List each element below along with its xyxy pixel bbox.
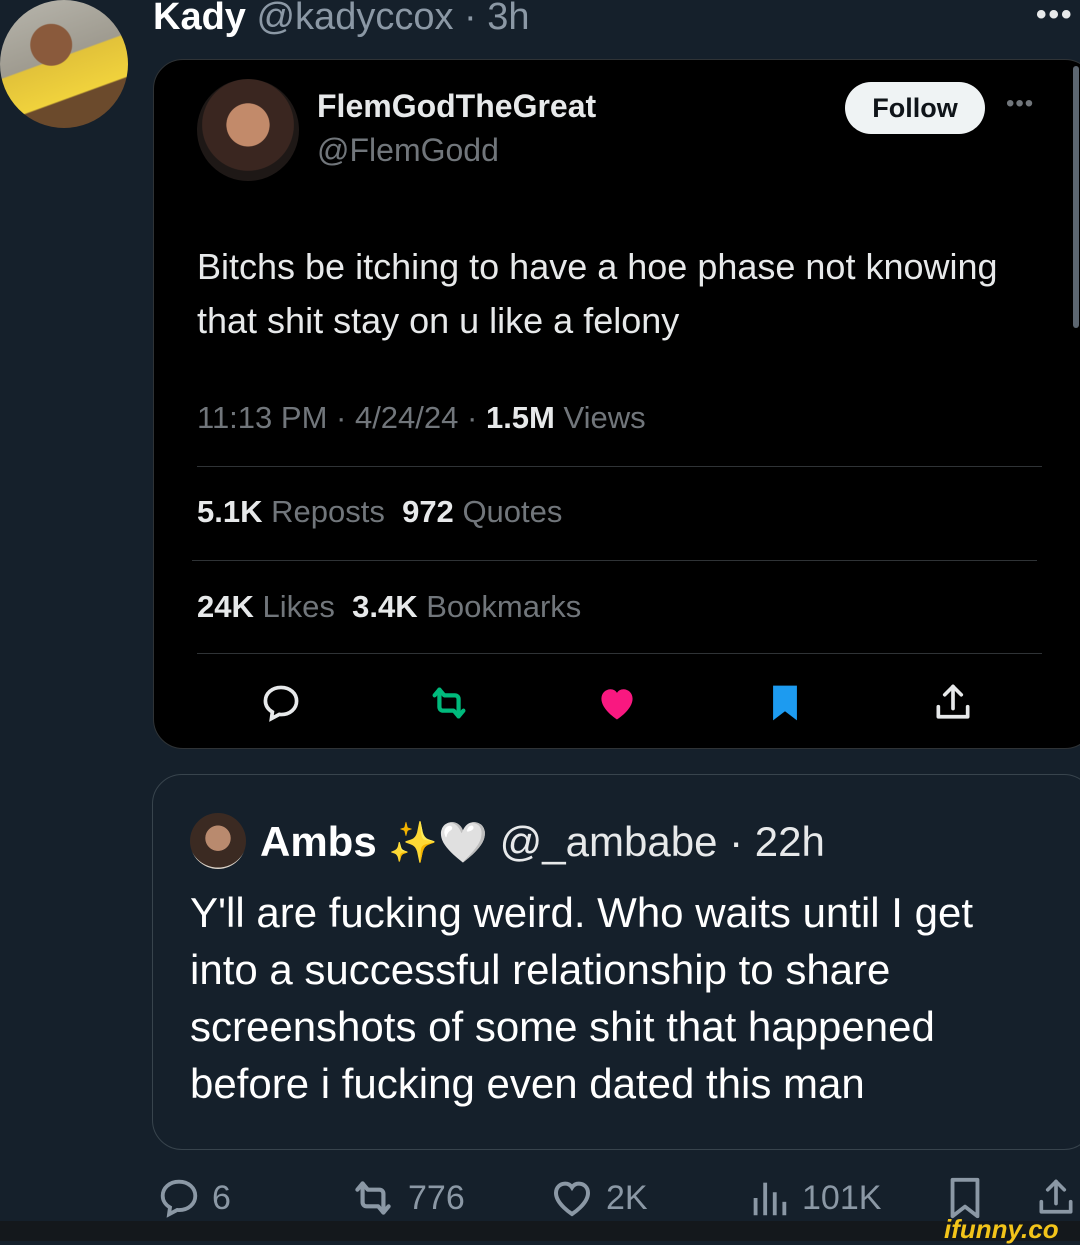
repost-stats: 5.1K Reposts 972 Quotes xyxy=(197,494,562,530)
comment-icon xyxy=(160,1179,198,1218)
heart-outline-icon xyxy=(553,1181,591,1217)
bookmark-icon xyxy=(762,680,808,726)
separator-dot: · xyxy=(717,818,755,865)
repost-outline-icon xyxy=(355,1181,391,1215)
like-count: 2K xyxy=(606,1178,648,1217)
quotes-count: 972 xyxy=(402,494,454,529)
quotes-label: Quotes xyxy=(462,494,563,529)
likes-count: 24K xyxy=(197,589,254,624)
bookmarks-count: 3.4K xyxy=(352,589,418,624)
heart-icon xyxy=(594,680,640,726)
quoted-more-icon: ••• xyxy=(1006,90,1035,117)
reply-time[interactable]: 22h xyxy=(755,818,825,865)
watermark-bar xyxy=(0,1221,1080,1241)
reposts-label: Reposts xyxy=(271,494,385,529)
views-count-bar: 101K xyxy=(802,1178,882,1217)
bookmarks-label: Bookmarks xyxy=(426,589,582,624)
repost-icon xyxy=(426,680,472,726)
views-label: Views xyxy=(563,400,646,435)
scrollbar[interactable] xyxy=(1073,66,1079,328)
divider xyxy=(197,466,1042,467)
reply-icon xyxy=(258,680,304,726)
repost-count: 776 xyxy=(408,1178,465,1217)
quoted-time: 11:13 PM xyxy=(197,400,328,435)
likes-label: Likes xyxy=(262,589,335,624)
views-count: 1.5M xyxy=(485,400,555,435)
follow-button[interactable]: Follow xyxy=(845,82,985,134)
author-avatar[interactable] xyxy=(0,0,128,128)
reply-count: 6 xyxy=(212,1178,231,1217)
reply-emojis: ✨🤍 xyxy=(388,821,488,865)
author-line: Kady @kadyccox · 3h xyxy=(153,0,530,40)
reply-author-handle[interactable]: @_ambabe xyxy=(500,818,718,865)
more-options-icon[interactable]: ••• xyxy=(1036,0,1074,32)
author-name[interactable]: Kady xyxy=(153,0,246,38)
quoted-date: 4/24/24 xyxy=(354,400,459,435)
separator-dot: · xyxy=(453,0,488,38)
quoted-author-handle: @FlemGodd xyxy=(317,132,499,168)
reply-header: Ambs ✨🤍 @_ambabe · 22h xyxy=(260,814,825,871)
repost-action[interactable]: 776 xyxy=(348,1174,465,1222)
author-handle[interactable]: @kadyccox xyxy=(256,0,453,38)
reply-author-name[interactable]: Ambs xyxy=(260,818,377,865)
quoted-avatar xyxy=(197,79,299,181)
reply-action[interactable]: 6 xyxy=(156,1174,231,1222)
reposts-count: 5.1K xyxy=(197,494,263,529)
reply-avatar[interactable] xyxy=(190,813,246,869)
quoted-author-name: FlemGodTheGreat xyxy=(317,88,597,124)
post-time[interactable]: 3h xyxy=(487,0,529,38)
like-stats: 24K Likes 3.4K Bookmarks xyxy=(197,589,581,625)
reply-text: Y'll are fucking weird. Who waits until … xyxy=(190,889,974,1107)
like-action[interactable]: 2K xyxy=(548,1174,648,1222)
watermark-logo: ifunny.co xyxy=(944,1214,1059,1244)
views-icon xyxy=(753,1182,787,1216)
divider xyxy=(192,560,1037,561)
share-icon xyxy=(930,680,976,726)
divider xyxy=(197,653,1042,654)
quoted-tweet-text: Bitchs be itching to have a hoe phase no… xyxy=(197,246,998,341)
views-action[interactable]: 101K xyxy=(746,1174,881,1222)
quoted-meta: 11:13 PM · 4/24/24 · 1.5M Views xyxy=(197,400,646,435)
